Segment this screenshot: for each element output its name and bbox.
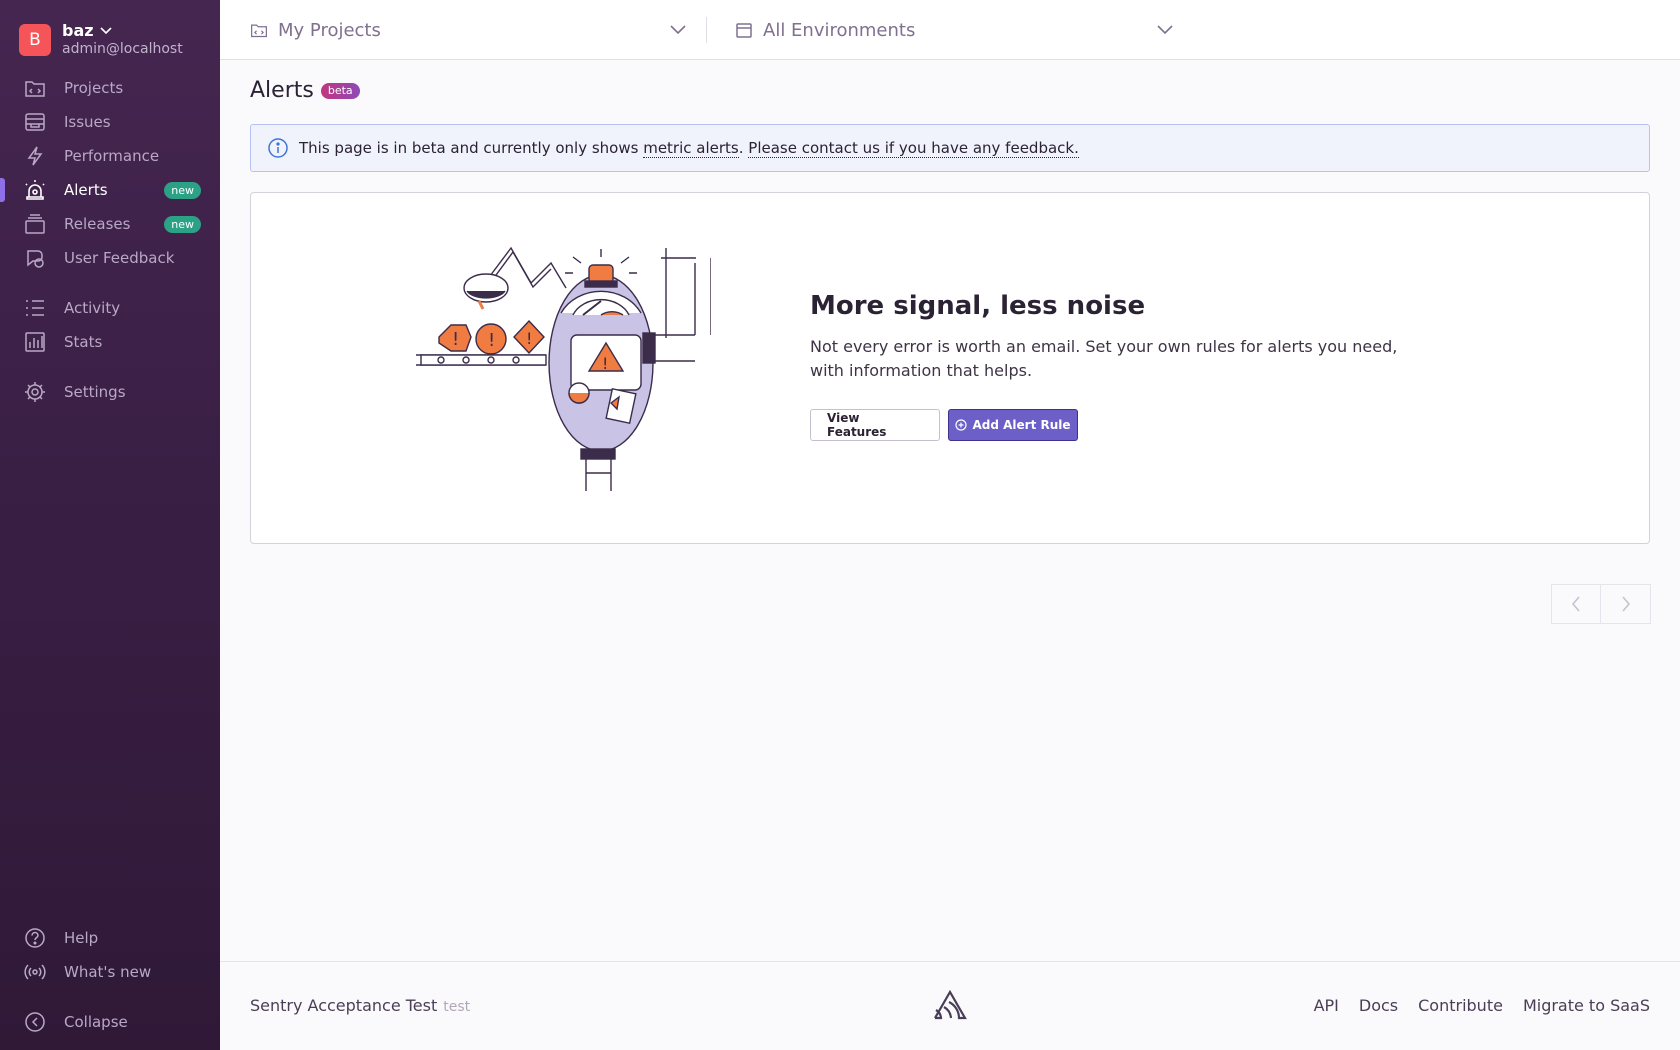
divider xyxy=(706,17,707,43)
settings-icon xyxy=(25,382,45,402)
sidebar: B baz admin@localhost Projects Issues Pe… xyxy=(0,0,220,1050)
stats-icon xyxy=(25,332,45,352)
sidebar-item-help[interactable]: Help xyxy=(0,921,220,955)
sidebar-collapse[interactable]: Collapse xyxy=(0,1005,220,1039)
footer-link-docs[interactable]: Docs xyxy=(1359,996,1398,1015)
sidebar-item-label: Performance xyxy=(64,147,160,165)
org-name: baz xyxy=(62,21,94,40)
sidebar-item-label: Collapse xyxy=(64,1013,128,1031)
empty-state-body: Not every error is worth an email. Set y… xyxy=(810,337,1398,380)
sidebar-item-whats-new[interactable]: What's new xyxy=(0,955,220,989)
projects-icon xyxy=(25,81,45,97)
chevron-right-icon xyxy=(1621,596,1630,612)
footer-link-api[interactable]: API xyxy=(1314,996,1339,1015)
projects-icon xyxy=(251,24,267,38)
sidebar-item-label: What's new xyxy=(64,963,152,981)
footer: Sentry Acceptance Test test API Docs Cont… xyxy=(220,961,1680,1050)
sidebar-item-alerts[interactable]: Alerts new xyxy=(0,173,220,207)
footer-org-name: Sentry Acceptance Test xyxy=(250,996,438,1015)
help-icon xyxy=(25,928,45,948)
chevron-left-icon xyxy=(1572,596,1580,612)
alert-separator: . xyxy=(738,139,749,157)
user-feedback-icon xyxy=(27,250,44,268)
next-page-button[interactable] xyxy=(1601,584,1651,624)
add-alert-rule-label: Add Alert Rule xyxy=(972,418,1071,432)
svg-text:!: ! xyxy=(602,354,608,373)
alerts-empty-state: ! ! ! ! More signal, less noise Not ever… xyxy=(250,192,1650,544)
sidebar-item-stats[interactable]: Stats xyxy=(0,325,220,359)
sidebar-item-label: Releases xyxy=(64,215,131,233)
svg-text:!: ! xyxy=(452,329,459,350)
svg-text:!: ! xyxy=(488,330,495,351)
empty-state-heading: More signal, less noise xyxy=(810,291,1146,321)
environment-selector-label: All Environments xyxy=(763,19,916,41)
sidebar-item-label: User Feedback xyxy=(64,249,175,267)
sidebar-item-label: Projects xyxy=(64,79,124,97)
sidebar-item-label: Alerts xyxy=(64,181,108,199)
sidebar-item-label: Issues xyxy=(64,113,111,131)
robot-alert-illustration: ! ! ! ! xyxy=(416,246,711,491)
svg-text:!: ! xyxy=(526,329,532,348)
add-alert-rule-button[interactable]: Add Alert Rule xyxy=(948,409,1078,441)
sidebar-item-projects[interactable]: Projects xyxy=(0,71,220,105)
sentry-logo-icon xyxy=(934,990,967,1020)
sidebar-item-releases[interactable]: Releases new xyxy=(0,207,220,241)
beta-info-alert: This page is in beta and currently only … xyxy=(250,124,1650,172)
footer-link-migrate[interactable]: Migrate to SaaS xyxy=(1523,996,1650,1015)
info-icon xyxy=(268,138,288,158)
releases-icon xyxy=(25,214,45,234)
environment-selector[interactable]: All Environments xyxy=(735,0,1173,60)
org-avatar: B xyxy=(19,24,51,56)
collapse-icon xyxy=(25,1012,45,1032)
beta-badge: beta xyxy=(320,82,360,99)
alerts-icon xyxy=(25,180,45,200)
broadcast-icon xyxy=(24,964,46,980)
sidebar-item-issues[interactable]: Issues xyxy=(0,105,220,139)
global-header: My Projects All Environments xyxy=(220,0,1680,60)
page-title-text: Alerts xyxy=(250,78,314,103)
org-switcher[interactable]: B baz admin@localhost xyxy=(19,22,183,58)
activity-icon xyxy=(26,300,44,316)
chevron-down-icon xyxy=(99,27,112,35)
sidebar-item-performance[interactable]: Performance xyxy=(0,139,220,173)
contact-feedback-link[interactable]: Please contact us if you have any feedba… xyxy=(748,139,1079,158)
chevron-down-icon xyxy=(670,25,686,35)
new-badge: new xyxy=(164,181,201,199)
sidebar-item-label: Activity xyxy=(64,299,121,317)
view-features-label: View Features xyxy=(827,411,887,439)
sidebar-item-label: Settings xyxy=(64,383,126,401)
footer-link-contribute[interactable]: Contribute xyxy=(1418,996,1503,1015)
user-email: admin@localhost xyxy=(62,41,183,57)
sidebar-item-user-feedback[interactable]: User Feedback xyxy=(0,241,220,275)
calendar-icon xyxy=(736,23,752,38)
issues-icon xyxy=(25,113,45,131)
sidebar-item-label: Stats xyxy=(64,333,103,351)
page-title: Alerts beta xyxy=(250,78,360,103)
alert-text: This page is in beta and currently only … xyxy=(299,139,644,157)
project-selector[interactable]: My Projects xyxy=(250,0,686,60)
chevron-down-icon xyxy=(1157,25,1173,35)
previous-page-button[interactable] xyxy=(1551,584,1601,624)
footer-version-tag: test xyxy=(443,999,471,1015)
performance-icon xyxy=(27,146,43,166)
new-badge: new xyxy=(164,215,201,233)
view-features-button[interactable]: View Features xyxy=(810,409,940,441)
add-circle-icon xyxy=(955,419,968,431)
project-selector-label: My Projects xyxy=(278,19,381,41)
sidebar-item-label: Help xyxy=(64,929,99,947)
metric-alerts-link[interactable]: metric alerts xyxy=(643,139,739,158)
sidebar-item-activity[interactable]: Activity xyxy=(0,291,220,325)
pagination xyxy=(1551,584,1651,624)
sidebar-item-settings[interactable]: Settings xyxy=(0,375,220,409)
